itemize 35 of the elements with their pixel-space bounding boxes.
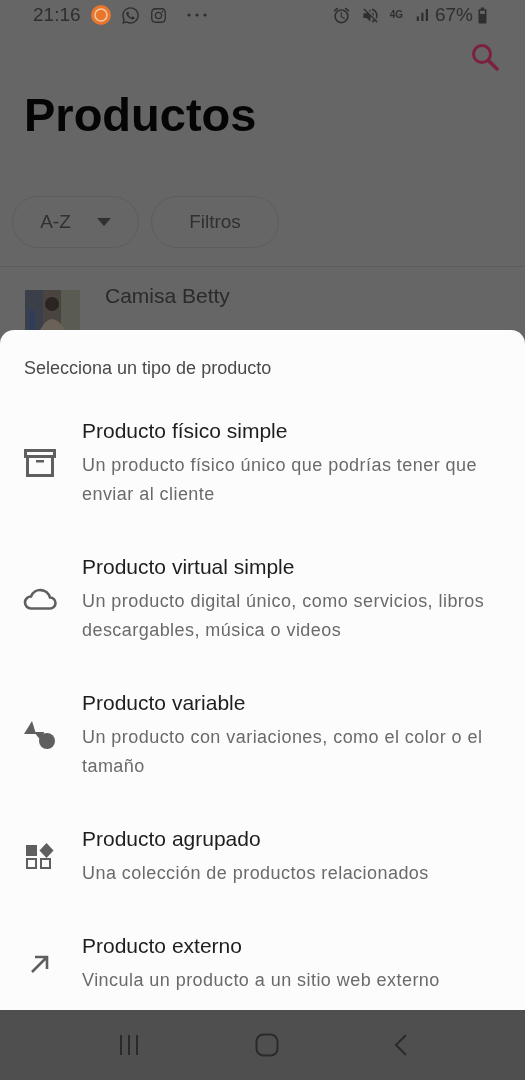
- option-description: Un producto con variaciones, como el color o el tamaño: [82, 726, 484, 778]
- archive-box-icon: [24, 449, 56, 477]
- product-type-option[interactable]: Producto virtual simple Un producto digital único, como servicios, libros descargables, música o videos: [0, 553, 525, 689]
- product-type-option[interactable]: Producto variable Un producto con variaciones, como el color o el tamaño: [0, 689, 525, 825]
- home-icon[interactable]: [254, 1033, 279, 1057]
- option-description: Un producto digital único, como servicios, libros descargables, música o videos: [82, 590, 486, 642]
- recent-apps-icon[interactable]: [117, 1034, 140, 1056]
- app-notification-icon: [90, 5, 111, 26]
- more-dots-icon: [186, 13, 207, 18]
- shapes-icon: [24, 720, 56, 750]
- option-title: Producto externo: [82, 933, 243, 959]
- arrow-up-right-icon: [30, 953, 50, 974]
- dropdown-caret-icon: [96, 218, 111, 227]
- sheet-title: Selecciona un tipo de producto: [23, 357, 273, 379]
- option-title: Producto agrupado: [82, 826, 262, 852]
- option-title: Producto virtual simple: [82, 554, 296, 580]
- option-description: Una colección de productos relacionados: [82, 862, 430, 885]
- search-icon[interactable]: [471, 42, 499, 71]
- product-type-option[interactable]: Producto externo Vincula un producto a un sitio web externo: [0, 932, 525, 1010]
- widgets-icon: [26, 842, 54, 871]
- option-description: Un producto físico único que podrías tener que enviar al cliente: [82, 454, 478, 506]
- option-description: Vincula un producto a un sitio web externo: [82, 969, 441, 992]
- back-icon[interactable]: [393, 1034, 408, 1056]
- product-type-option[interactable]: Producto agrupado Una colección de productos relacionados: [0, 825, 525, 932]
- page-title: Productos: [23, 87, 258, 144]
- whatsapp-icon: [120, 5, 140, 25]
- mute-icon: [360, 5, 380, 25]
- status-time: 21:16: [33, 3, 81, 27]
- product-type-option[interactable]: Producto físico simple Un producto físico único que podrías tener que enviar al cliente: [0, 417, 525, 553]
- instagram-icon: [149, 6, 167, 24]
- option-title: Producto físico simple: [82, 418, 289, 444]
- option-title: Producto variable: [82, 690, 247, 716]
- alarm-icon: [331, 5, 351, 25]
- cloud-icon: [23, 588, 57, 610]
- battery-percent: 67%: [434, 3, 473, 27]
